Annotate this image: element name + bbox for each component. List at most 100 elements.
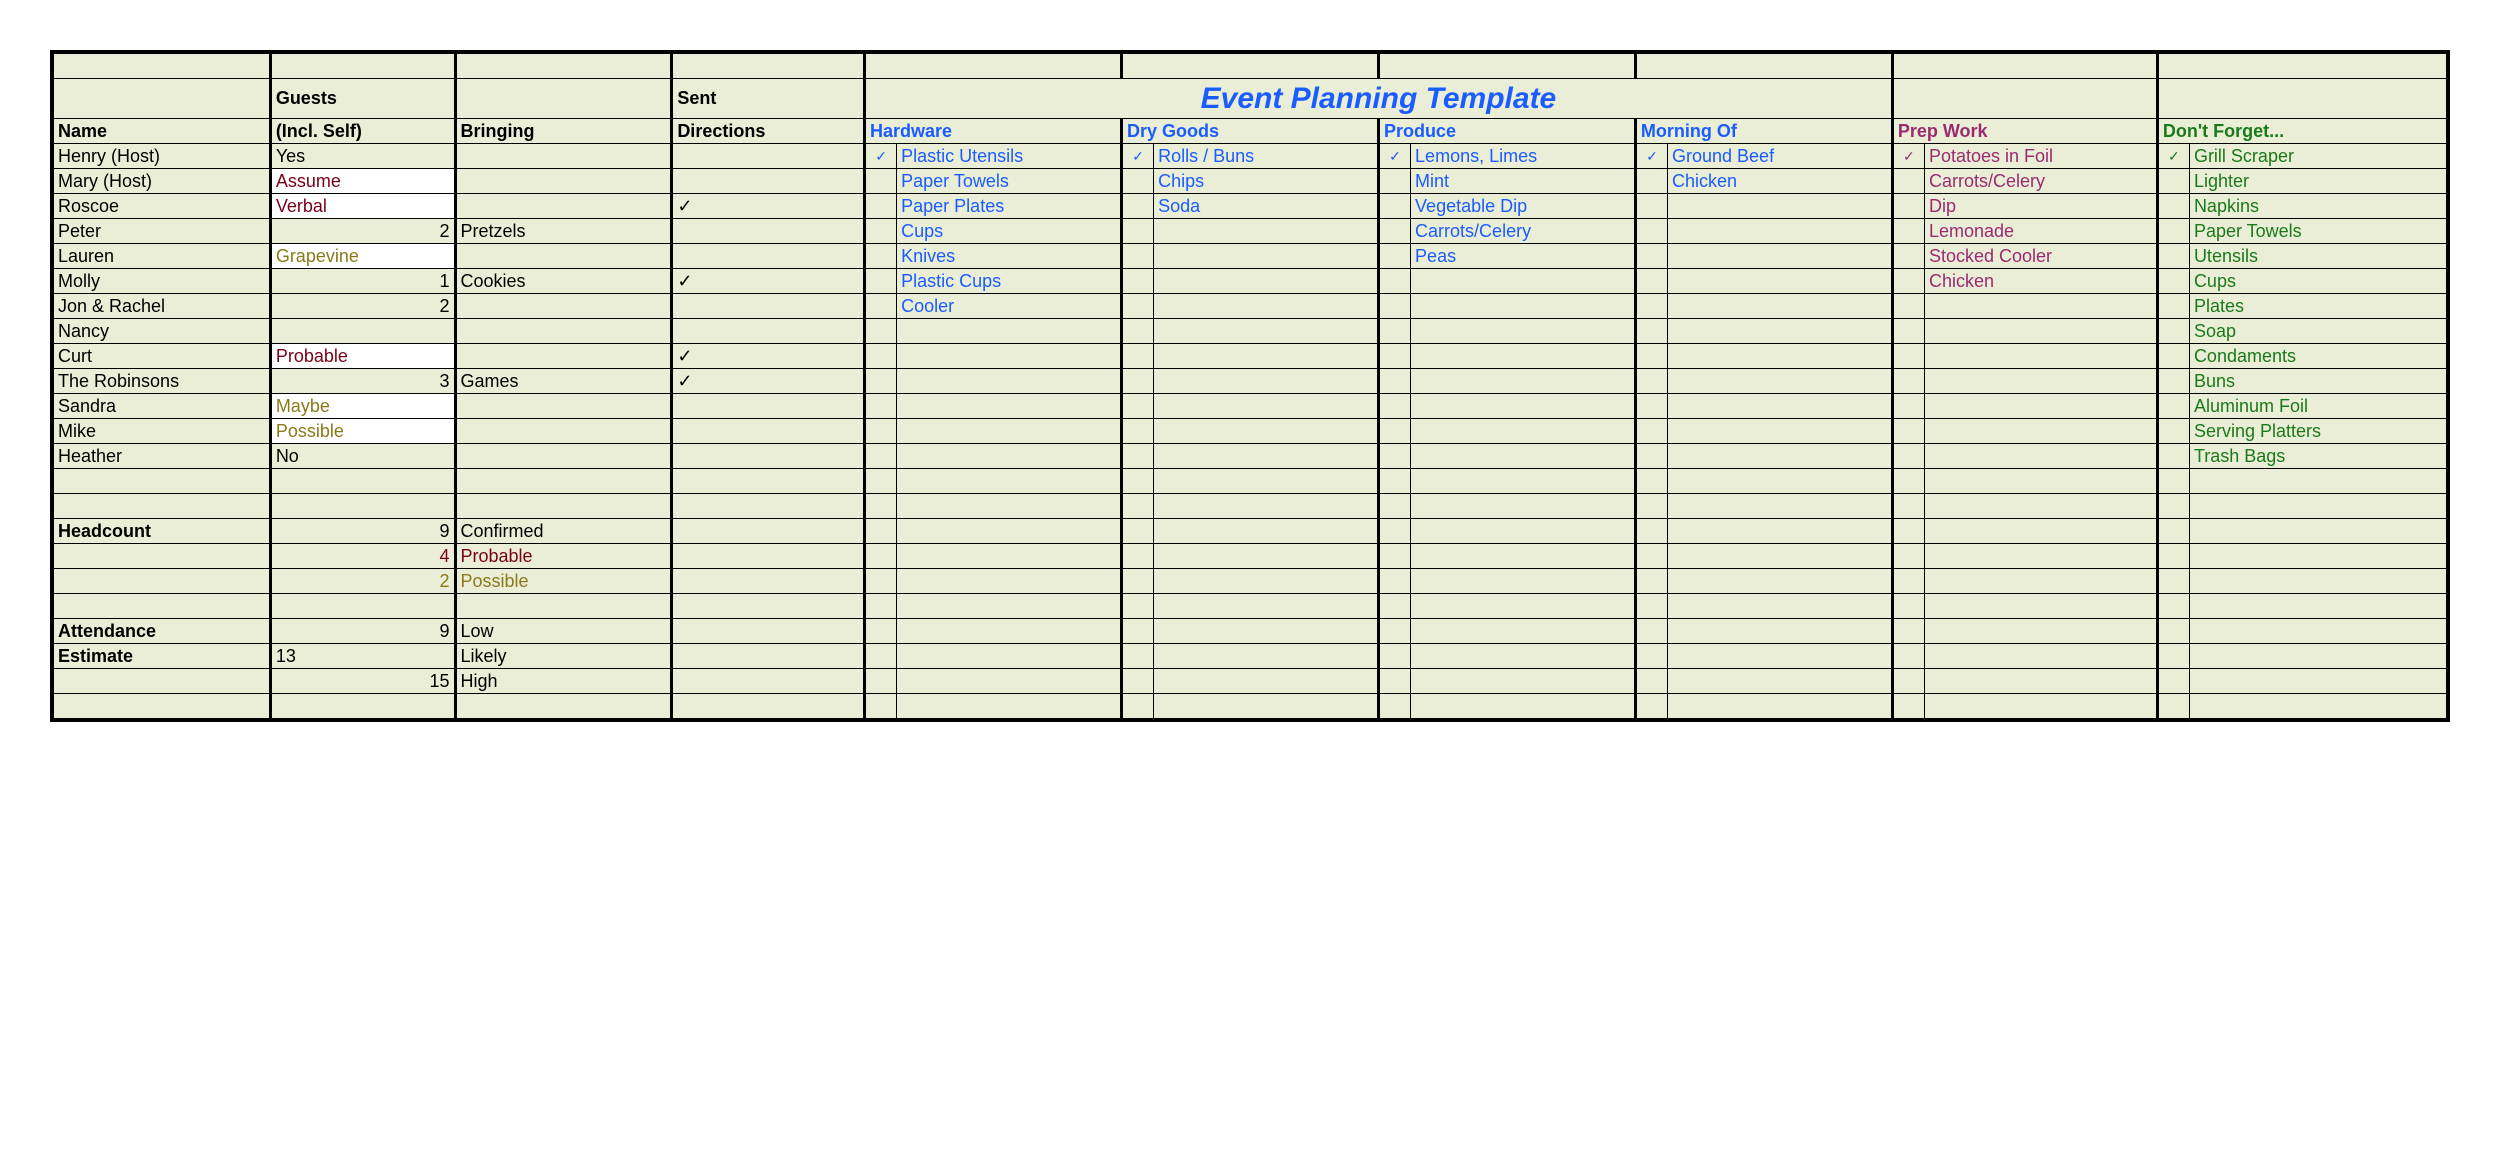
drygoods-item[interactable] <box>1154 419 1379 444</box>
produce-check[interactable] <box>1378 419 1410 444</box>
cell[interactable] <box>1892 494 1924 519</box>
cell[interactable] <box>865 644 897 669</box>
morning-check[interactable] <box>1635 169 1667 194</box>
produce-item[interactable] <box>1411 294 1636 319</box>
produce-check[interactable] <box>1378 244 1410 269</box>
cell[interactable] <box>672 644 865 669</box>
morning-check[interactable] <box>1635 294 1667 319</box>
hardware-check[interactable] <box>865 294 897 319</box>
guest-name[interactable]: Mary (Host) <box>54 169 271 194</box>
cell[interactable] <box>1378 644 1410 669</box>
hardware-item[interactable] <box>897 344 1122 369</box>
cell[interactable] <box>2157 494 2189 519</box>
dontforget-item[interactable]: Plates <box>2189 294 2446 319</box>
drygoods-check[interactable] <box>1121 244 1153 269</box>
cell[interactable] <box>2189 569 2446 594</box>
produce-check[interactable] <box>1378 269 1410 294</box>
guest-incl[interactable]: Grapevine <box>270 244 455 269</box>
header-incl[interactable]: (Incl. Self) <box>270 119 455 144</box>
cell[interactable] <box>2189 544 2446 569</box>
guest-incl[interactable]: No <box>270 444 455 469</box>
morning-item[interactable] <box>1668 369 1893 394</box>
cell[interactable] <box>1121 669 1153 694</box>
cell[interactable] <box>1892 619 1924 644</box>
drygoods-item[interactable]: Rolls / Buns <box>1154 144 1379 169</box>
cell[interactable] <box>1121 644 1153 669</box>
cell[interactable] <box>1635 469 1667 494</box>
guest-bringing[interactable] <box>455 419 672 444</box>
cell[interactable] <box>897 594 1122 619</box>
prep-check[interactable] <box>1892 269 1924 294</box>
morning-item[interactable] <box>1668 419 1893 444</box>
cell[interactable] <box>865 569 897 594</box>
cell[interactable] <box>2157 694 2189 719</box>
cell[interactable] <box>270 469 455 494</box>
cell[interactable]: High <box>455 669 672 694</box>
cell[interactable] <box>1668 544 1893 569</box>
cell[interactable] <box>1378 669 1410 694</box>
morning-item[interactable] <box>1668 319 1893 344</box>
cell[interactable] <box>54 544 271 569</box>
hardware-check[interactable] <box>865 394 897 419</box>
guest-bringing[interactable] <box>455 344 672 369</box>
cell[interactable] <box>1121 694 1153 719</box>
cell[interactable] <box>1924 594 2157 619</box>
hardware-item[interactable] <box>897 444 1122 469</box>
cell[interactable] <box>2157 469 2189 494</box>
guest-bringing[interactable] <box>455 294 672 319</box>
cell[interactable] <box>1668 494 1893 519</box>
cell[interactable] <box>2189 519 2446 544</box>
cell[interactable] <box>1892 79 2157 119</box>
cell[interactable] <box>1378 619 1410 644</box>
prep-item[interactable]: Chicken <box>1924 269 2157 294</box>
cell[interactable] <box>1924 694 2157 719</box>
cell[interactable] <box>865 594 897 619</box>
header-name[interactable]: Name <box>54 119 271 144</box>
guest-bringing[interactable] <box>455 444 672 469</box>
cell[interactable] <box>897 694 1122 719</box>
prep-item[interactable]: Carrots/Celery <box>1924 169 2157 194</box>
prep-item[interactable]: Potatoes in Foil <box>1924 144 2157 169</box>
cell[interactable] <box>672 494 865 519</box>
morning-item[interactable] <box>1668 269 1893 294</box>
hardware-check[interactable] <box>865 419 897 444</box>
cell[interactable] <box>865 54 1122 79</box>
cell[interactable] <box>1924 469 2157 494</box>
drygoods-check[interactable] <box>1121 194 1153 219</box>
cell[interactable] <box>1892 54 2157 79</box>
cell[interactable] <box>1378 569 1410 594</box>
cell[interactable] <box>672 594 865 619</box>
prep-check[interactable] <box>1892 219 1924 244</box>
grid[interactable]: GuestsSentEvent Planning TemplateName(In… <box>53 53 2447 719</box>
cell[interactable] <box>1154 619 1379 644</box>
cell[interactable] <box>2157 669 2189 694</box>
cell[interactable] <box>1411 594 1636 619</box>
cell[interactable] <box>1892 694 1924 719</box>
cell[interactable] <box>1411 469 1636 494</box>
cell[interactable] <box>455 694 672 719</box>
produce-item[interactable] <box>1411 344 1636 369</box>
cell[interactable] <box>1668 469 1893 494</box>
header-morning[interactable]: Morning Of <box>1635 119 1892 144</box>
guest-directions[interactable] <box>672 244 865 269</box>
cell[interactable] <box>1635 594 1667 619</box>
guest-incl[interactable]: 3 <box>270 369 455 394</box>
dontforget-item[interactable]: Condaments <box>2189 344 2446 369</box>
cell[interactable] <box>2189 694 2446 719</box>
cell[interactable]: Headcount <box>54 519 271 544</box>
cell[interactable]: 4 <box>270 544 455 569</box>
drygoods-item[interactable]: Chips <box>1154 169 1379 194</box>
cell[interactable] <box>1378 594 1410 619</box>
guest-name[interactable]: Sandra <box>54 394 271 419</box>
drygoods-item[interactable]: Soda <box>1154 194 1379 219</box>
cell[interactable] <box>2157 594 2189 619</box>
dontforget-item[interactable]: Napkins <box>2189 194 2446 219</box>
drygoods-check[interactable] <box>1121 419 1153 444</box>
cell[interactable] <box>897 669 1122 694</box>
guest-directions[interactable] <box>672 394 865 419</box>
cell[interactable] <box>2157 79 2446 119</box>
cell[interactable] <box>1121 494 1153 519</box>
cell[interactable] <box>1121 544 1153 569</box>
cell[interactable] <box>2157 544 2189 569</box>
cell[interactable]: 9 <box>270 619 455 644</box>
